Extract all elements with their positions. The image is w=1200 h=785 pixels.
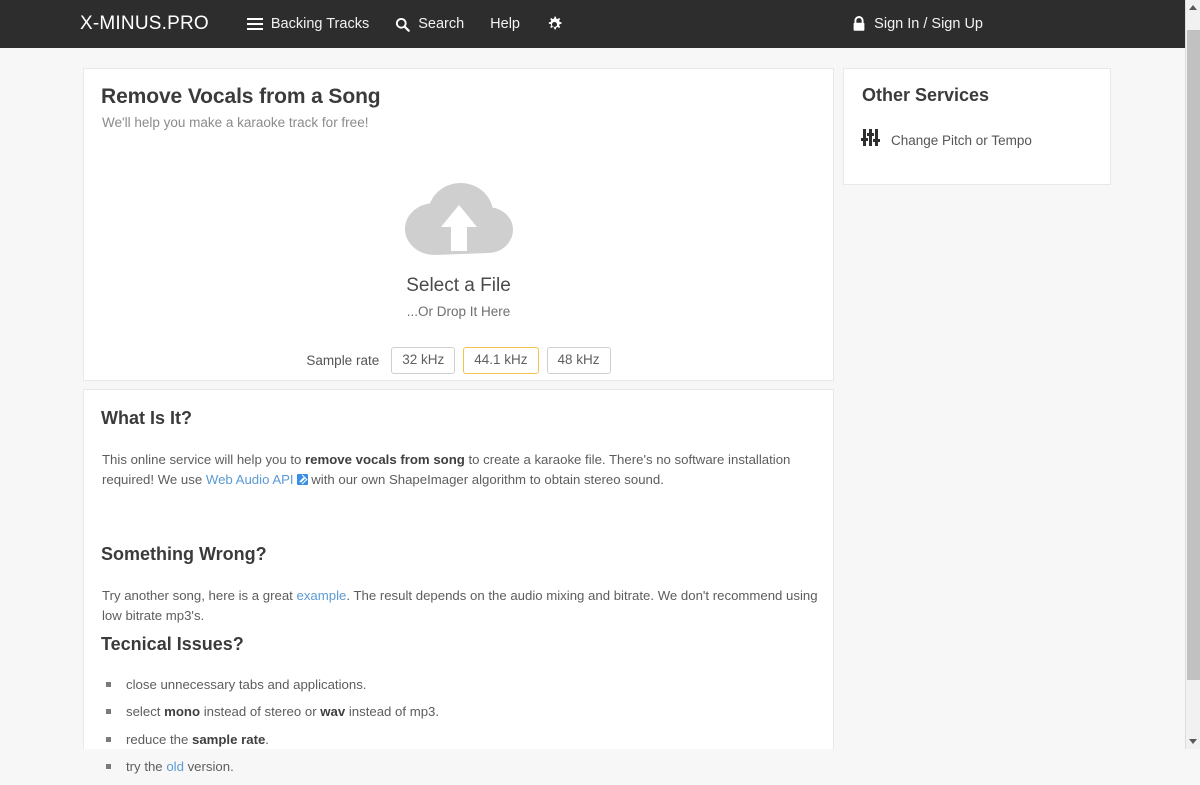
chevron-up-icon (1189, 5, 1197, 10)
bullet-3-pre: reduce the (126, 731, 192, 747)
bullet-2-bold2: wav (320, 704, 346, 720)
bullet-4-post: version. (183, 759, 234, 775)
paragraph-what-is-it: This online service will help you to rem… (102, 450, 802, 490)
bullet-2-post: instead of mp3. (345, 704, 440, 720)
select-file-label: Select a File (406, 275, 511, 296)
chevron-down-icon (1189, 739, 1197, 744)
paragraph-something-wrong: Try another song, here is a great exampl… (102, 586, 832, 626)
nav-item-backing-tracks[interactable]: Backing Tracks (246, 16, 370, 32)
link-web-audio-api[interactable]: Web Audio API (206, 472, 294, 487)
list-item: close unnecessary tabs and applications. (106, 675, 439, 695)
what-is-it-text-3: with our own ShapeImager algorithm to ob… (307, 471, 664, 487)
bullet-4-pre: try the (126, 759, 167, 775)
link-example[interactable]: example (297, 588, 347, 603)
other-services-card: Other Services Change Pitch or Tempo (843, 68, 1111, 185)
sample-rate-option-44-1khz[interactable]: 44.1 kHz (463, 347, 539, 374)
page-content: Remove Vocals from a Song We'll help you… (0, 48, 1185, 774)
file-upload-dropzone[interactable]: Select a File ...Or Drop It Here (84, 179, 833, 319)
sample-rate-option-32khz[interactable]: 32 kHz (391, 347, 456, 374)
list-item: select mono instead of stereo or wav ins… (106, 702, 439, 722)
drop-file-hint: ...Or Drop It Here (406, 304, 511, 319)
what-is-it-text-1: This online service will help you to (102, 452, 306, 467)
remove-vocals-card: Remove Vocals from a Song We'll help you… (83, 68, 834, 381)
cloud-upload-icon (404, 182, 513, 266)
search-icon (395, 17, 411, 32)
link-old-version[interactable]: old (166, 759, 184, 774)
page-subtitle: We'll help you make a karaoke track for … (102, 115, 369, 130)
sliders-icon (860, 129, 880, 151)
service-item-label: Change Pitch or Tempo (891, 132, 1032, 148)
information-card: What Is It? This online service will hel… (83, 389, 834, 774)
sign-in-sign-up-label: Sign In / Sign Up (874, 16, 983, 32)
heading-something-wrong: Something Wrong? (101, 544, 267, 564)
nav-item-settings[interactable] (546, 16, 571, 33)
bullet-3-bold: sample rate (191, 731, 266, 747)
service-item-change-pitch-or-tempo[interactable]: Change Pitch or Tempo (860, 129, 1032, 151)
scrollbar-thumb[interactable] (1187, 30, 1200, 680)
gear-icon (546, 16, 563, 33)
hamburger-icon (246, 18, 263, 30)
scroll-up-button[interactable] (1186, 0, 1200, 15)
sample-rate-selector: Sample rate 32 kHz 44.1 kHz 48 kHz (84, 347, 833, 374)
bullet-2-pre: select (126, 704, 165, 720)
sign-in-sign-up-button[interactable]: Sign In / Sign Up (852, 16, 983, 32)
technical-issues-list: close unnecessary tabs and applications.… (106, 675, 439, 785)
sample-rate-label: Sample rate (306, 352, 380, 368)
bullet-2-bold: mono (164, 704, 201, 720)
bullet-1-text: close unnecessary tabs and applications. (126, 677, 367, 692)
heading-technical-issues: Tecnical Issues? (101, 634, 244, 654)
nav-item-search[interactable]: Search (395, 16, 464, 32)
nav-item-search-label: Search (418, 16, 465, 32)
nav-item-backing-tracks-label: Backing Tracks (270, 16, 370, 32)
something-wrong-text-1: Try another song, here is a great (102, 588, 297, 603)
top-navigation-bar: X-MINUS.PRO Backing Tracks Search Help S… (0, 0, 1185, 48)
account-nav: Sign In / Sign Up (852, 0, 983, 48)
external-link-icon (296, 473, 308, 485)
bullet-2-mid: instead of stereo or (200, 704, 321, 720)
nav-item-help[interactable]: Help (490, 16, 520, 32)
site-brand-logo[interactable]: X-MINUS.PRO (80, 13, 209, 35)
vertical-scrollbar[interactable] (1185, 0, 1200, 749)
other-services-title: Other Services (862, 85, 990, 105)
sample-rate-option-48khz[interactable]: 48 kHz (546, 347, 611, 374)
heading-what-is-it: What Is It? (101, 408, 192, 428)
list-item: reduce the sample rate. (106, 730, 439, 750)
list-item: try the old version. (106, 757, 439, 777)
what-is-it-bold-1: remove vocals from song (305, 452, 465, 467)
bullet-3-post: . (265, 731, 269, 747)
lock-icon (852, 16, 866, 32)
nav-item-help-label: Help (490, 16, 520, 32)
page-title: Remove Vocals from a Song (101, 85, 381, 108)
scroll-down-button[interactable] (1186, 734, 1200, 749)
primary-nav: Backing Tracks Search Help (246, 16, 597, 33)
